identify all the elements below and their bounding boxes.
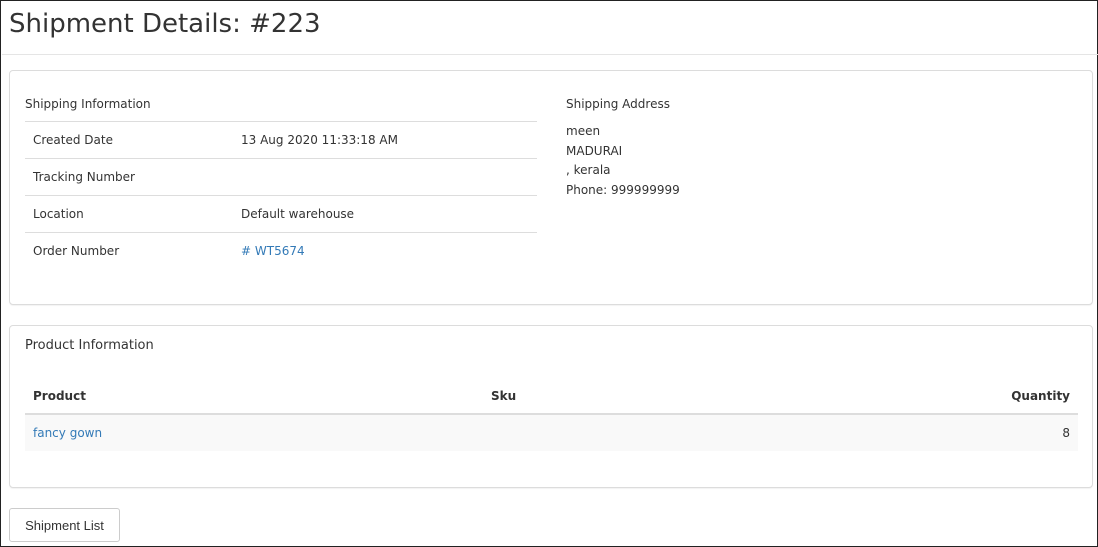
product-link[interactable]: fancy gown bbox=[33, 426, 102, 440]
product-panel: Product Information Product Sku Quantity… bbox=[9, 325, 1093, 488]
location-value: Default warehouse bbox=[241, 207, 355, 221]
info-row-order-number: Order Number # WT5674 bbox=[25, 232, 537, 270]
product-info-heading: Product Information bbox=[25, 338, 154, 353]
column-header-quantity: Quantity bbox=[903, 378, 1078, 415]
address-city: MADURAI bbox=[566, 143, 623, 158]
sku-cell bbox=[483, 414, 903, 451]
quantity-cell: 8 bbox=[1062, 426, 1070, 440]
order-number-cell: # WT5674 bbox=[233, 233, 537, 270]
created-date-value: 13 Aug 2020 11:33:18 AM bbox=[241, 133, 398, 147]
product-table: Product Sku Quantity fancy gown 8 bbox=[25, 378, 1078, 451]
tracking-number-value bbox=[233, 159, 537, 196]
page-frame: Shipment Details: #223 Shipping Informat… bbox=[0, 0, 1098, 547]
title-divider bbox=[2, 54, 1098, 55]
product-cell: fancy gown bbox=[25, 414, 483, 451]
shipping-info-heading: Shipping Information bbox=[25, 97, 151, 111]
shipment-list-button[interactable]: Shipment List bbox=[9, 508, 120, 542]
shipping-address-heading: Shipping Address bbox=[566, 97, 670, 111]
address-name: meen bbox=[566, 124, 601, 138]
order-number-link[interactable]: # WT5674 bbox=[241, 244, 305, 258]
info-row-tracking-number: Tracking Number bbox=[25, 158, 537, 196]
page-title: Shipment Details: #223 bbox=[9, 9, 321, 39]
table-row: fancy gown 8 bbox=[25, 414, 1078, 451]
shipping-info-table: Created Date 13 Aug 2020 11:33:18 AM Tra… bbox=[25, 121, 537, 270]
info-label: Order Number bbox=[33, 244, 120, 259]
info-label: Created Date bbox=[33, 133, 113, 147]
info-row-location: Location Default warehouse bbox=[25, 195, 537, 233]
address-state: , kerala bbox=[566, 163, 611, 177]
shipping-panel: Shipping Information Created Date 13 Aug… bbox=[9, 70, 1093, 305]
info-label: Location bbox=[33, 207, 84, 221]
address-phone: Phone: 999999999 bbox=[566, 182, 680, 197]
info-label: Tracking Number bbox=[33, 170, 135, 184]
column-header-sku: Sku bbox=[483, 378, 903, 415]
column-header-product: Product bbox=[25, 378, 483, 415]
info-row-created-date: Created Date 13 Aug 2020 11:33:18 AM bbox=[25, 121, 537, 159]
shipping-address-block: meen MADURAI , kerala Phone: 999999999 bbox=[566, 122, 680, 200]
product-table-header: Product Sku Quantity bbox=[25, 378, 1078, 415]
